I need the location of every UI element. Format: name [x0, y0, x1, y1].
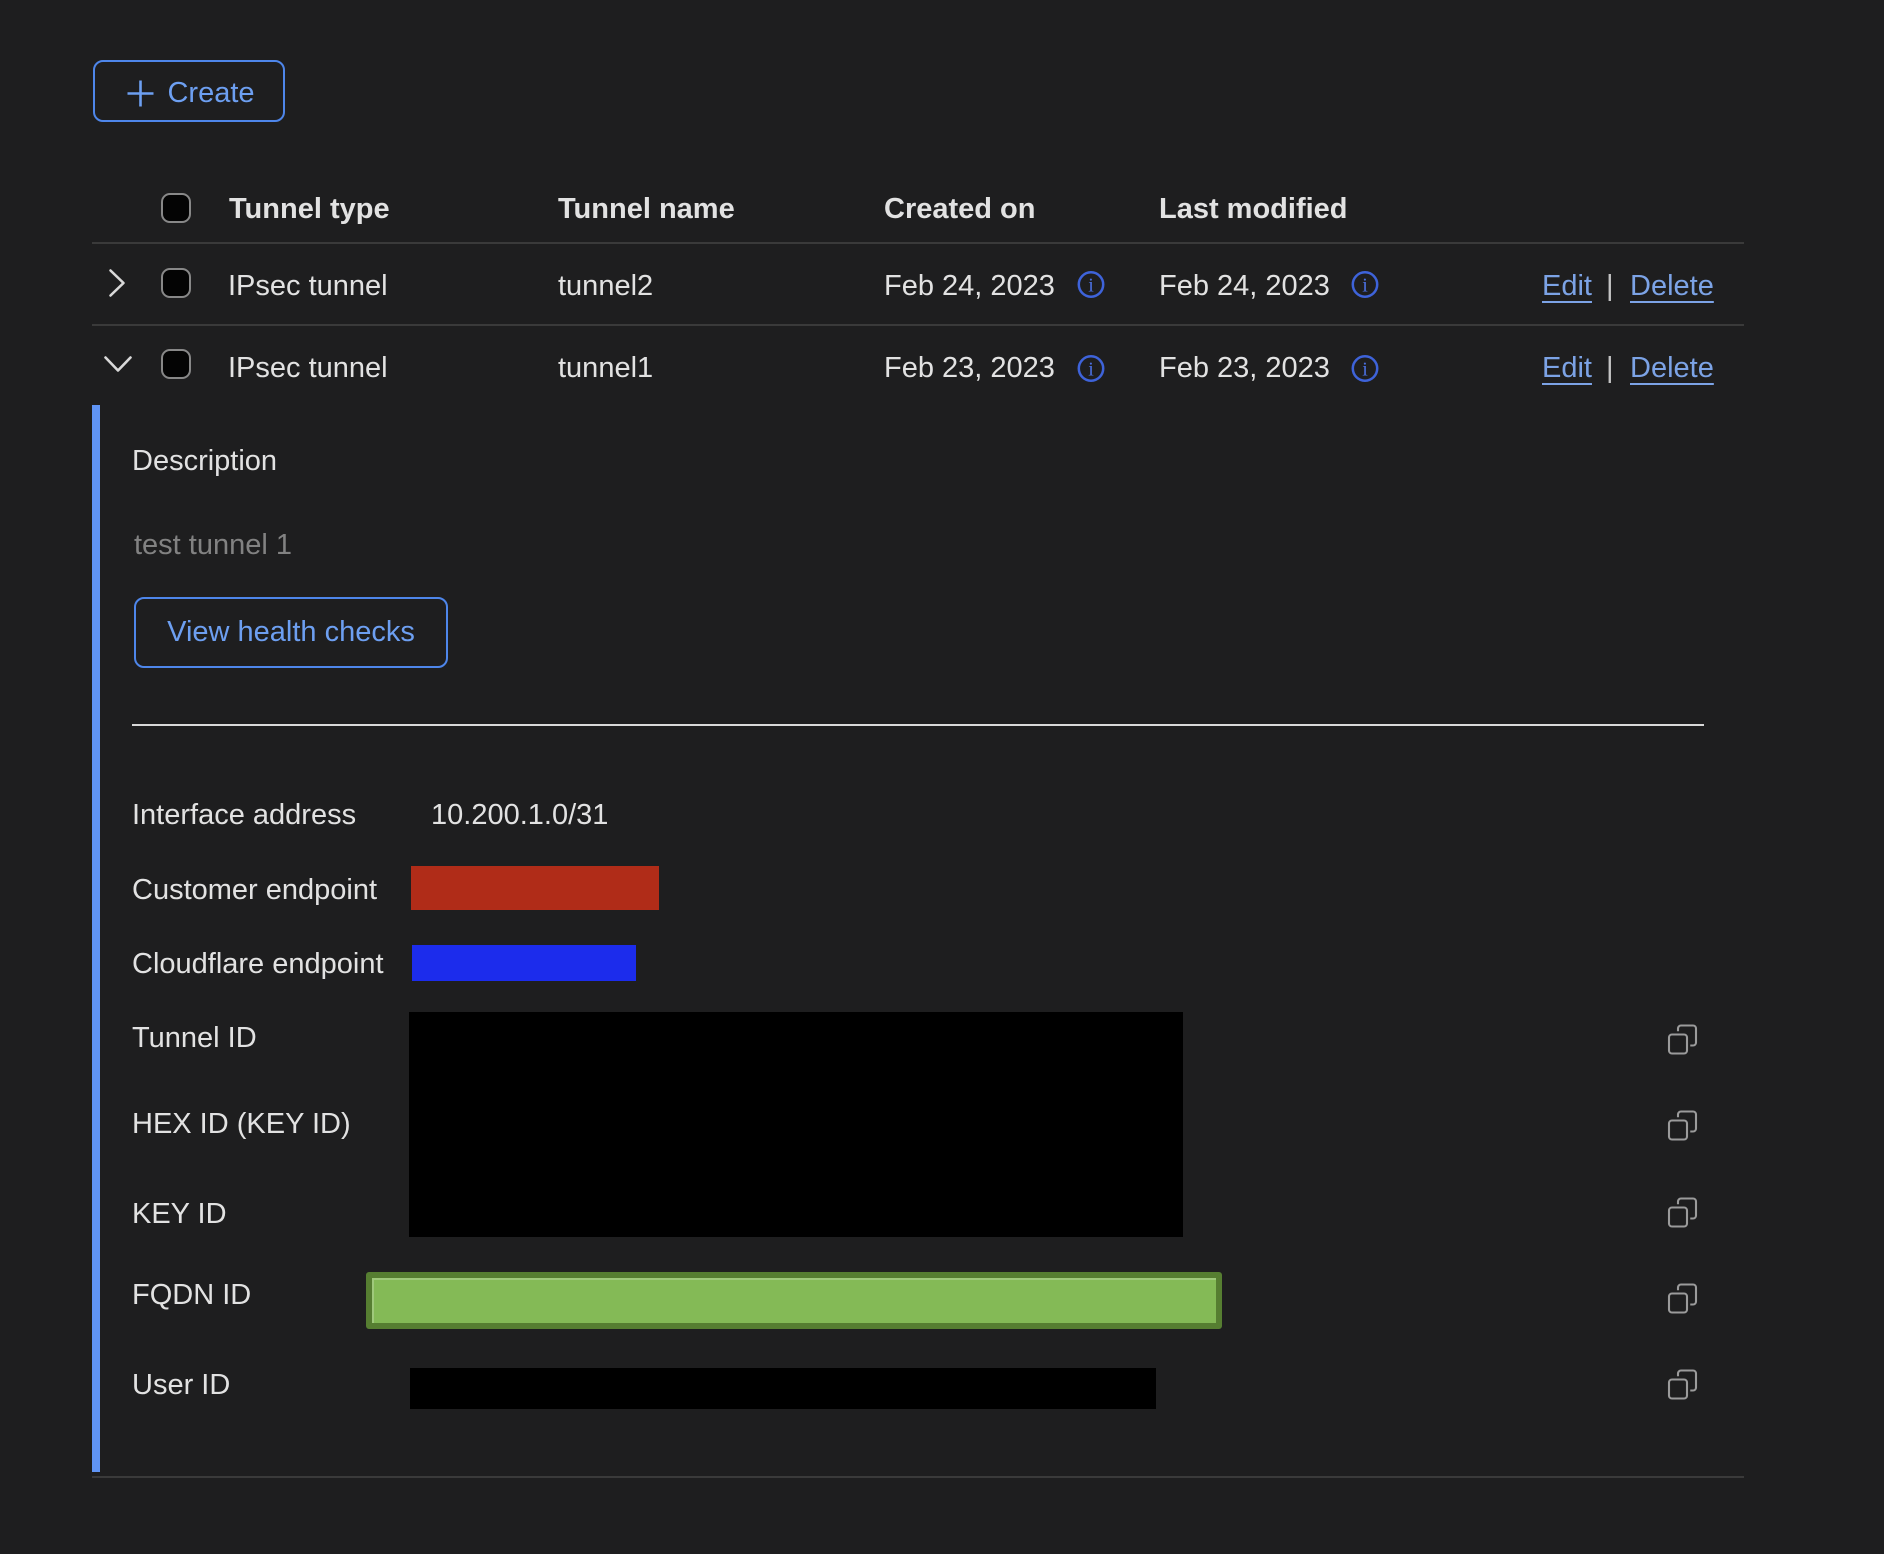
svg-text:i: i	[1088, 359, 1094, 381]
svg-text:i: i	[1362, 359, 1368, 381]
svg-text:i: i	[1088, 275, 1094, 297]
svg-text:i: i	[1362, 275, 1368, 297]
